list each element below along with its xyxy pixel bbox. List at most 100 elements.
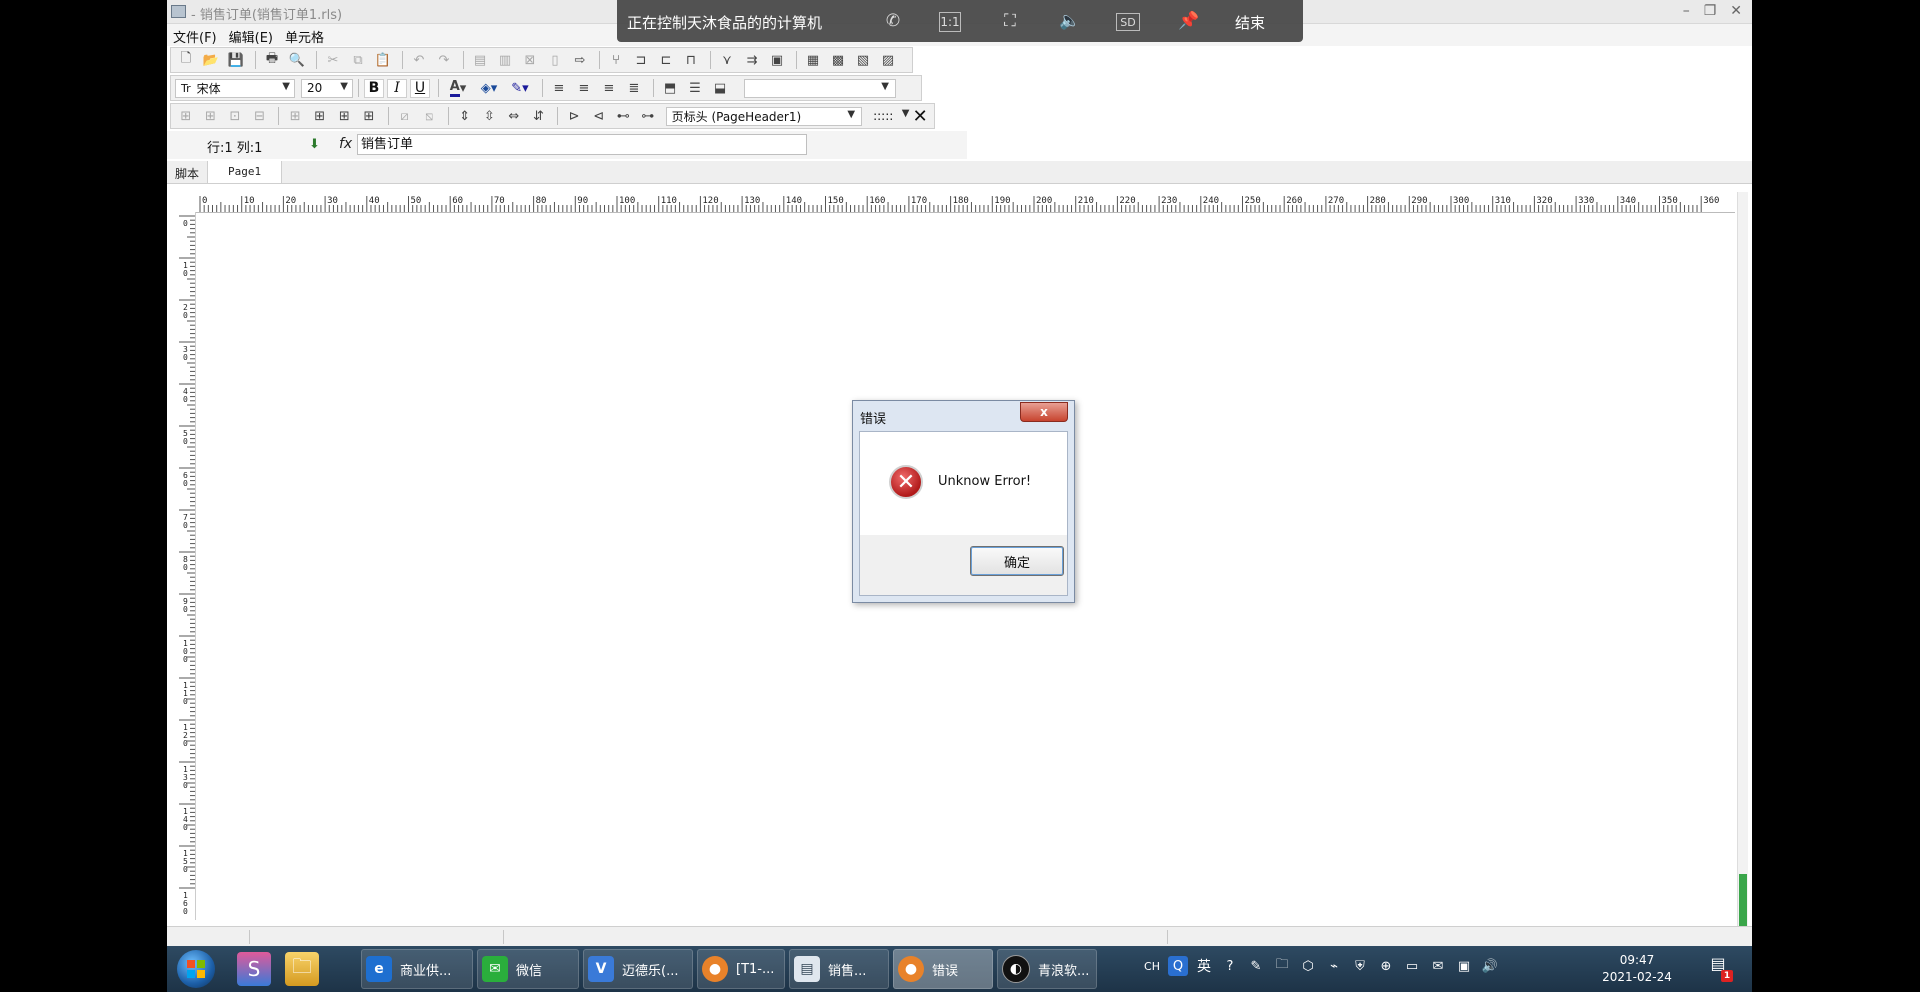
task-item-5[interactable]: ▤ 销售... [789,949,889,989]
task-item-1[interactable]: e 商业供... [361,949,473,989]
line-color-icon[interactable]: ✎▾ [506,78,534,98]
help-icon[interactable]: ? [1220,956,1240,976]
monitor-icon[interactable]: ▭ [1402,956,1422,976]
border-none-icon[interactable]: ⊟ [249,106,271,126]
end-button[interactable]: 结束 [1235,12,1265,33]
border-all-icon[interactable]: ⊞ [175,106,197,126]
fill-color-icon[interactable]: ◈▾ [475,78,503,98]
band-summary-icon[interactable]: ▨ [877,50,899,70]
notification-icon[interactable]: ▤ 1 [1707,954,1733,982]
cut-icon[interactable]: ✂ [322,50,344,70]
align-center-icon[interactable]: ≡ [573,78,595,98]
start-button[interactable] [177,950,215,988]
new-file-icon[interactable]: 🗋 [175,50,197,70]
task-item-3[interactable]: V 迈德乐(... [583,949,693,989]
undo-icon[interactable]: ↶ [408,50,430,70]
confirm-icon[interactable]: ⬇ [309,137,320,152]
col-width-icon[interactable]: ⇔ [503,106,525,126]
band-props-icon[interactable]: ⊷ [612,106,634,126]
chart-icon[interactable]: ▣ [766,50,788,70]
font-color-icon[interactable]: A ▾ [444,78,472,98]
ime-indicator[interactable]: CH [1142,956,1162,976]
band-select[interactable]: 页标头 (PageHeader1) ▼ [665,106,863,126]
folder-icon[interactable]: 🗀 [1272,956,1292,976]
grid-a-icon[interactable]: ⊞ [284,106,306,126]
valign-top-icon[interactable]: ⬒ [659,78,681,98]
cross-diagonal-icon[interactable]: ⧅ [418,106,440,126]
close-icon[interactable]: ✕ [1730,3,1742,19]
font-size-select[interactable]: 20 ▼ [301,78,353,98]
task-item-2[interactable]: ✉ 微信 [477,949,579,989]
delete-icon[interactable]: ⊠ [519,50,541,70]
merge-icon[interactable]: ⊐ [630,50,652,70]
qq-icon[interactable]: Q [1168,956,1188,976]
print-icon[interactable]: 🖶 [261,50,283,70]
phone-icon[interactable]: ✆ [880,8,906,34]
insert-row-icon[interactable]: ▤ [469,50,491,70]
align-right-icon[interactable]: ≡ [598,78,620,98]
usb-icon[interactable]: ⌁ [1324,956,1344,976]
vertical-scrollbar[interactable] [1737,192,1748,932]
app-tray-icon[interactable]: ▣ [1454,956,1474,976]
diagonal-icon[interactable]: ⧄ [394,106,416,126]
export-icon[interactable]: ⇨ [569,50,591,70]
open-folder-icon[interactable]: 📂 [200,50,222,70]
tab-script[interactable]: 脚本 [167,161,207,183]
band-header-icon[interactable]: ▦ [802,50,824,70]
band-footer-icon[interactable]: ▧ [852,50,874,70]
menu-file[interactable]: 文件(F) [167,24,223,46]
security-icon[interactable]: ⛨ [1350,956,1370,976]
task-item-6[interactable]: ● 错误 [893,949,993,989]
cancel-x-icon[interactable]: ✕ [909,106,931,127]
font-name-select[interactable]: Tr 宋体 ▼ [175,78,295,98]
network-icon[interactable]: ⬡ [1298,956,1318,976]
bold-button[interactable]: B [364,78,384,98]
align-justify-icon[interactable]: ≣ [623,78,645,98]
update-icon[interactable]: ⊕ [1376,956,1396,976]
row-height-icon[interactable]: ⇕ [454,106,476,126]
col-equal-icon[interactable]: ⇵ [528,106,550,126]
grid-c-icon[interactable]: ⊞ [334,106,356,126]
pen-icon[interactable]: ✎ [1246,956,1266,976]
ratio-button[interactable]: 1:1 [939,12,961,32]
align-left-icon[interactable]: ≡ [548,78,570,98]
menu-edit[interactable]: 编辑(E) [223,24,279,46]
dialog-close-button[interactable]: x [1020,402,1068,422]
italic-button[interactable]: I [387,78,407,98]
field-icon[interactable]: ⊓ [680,50,702,70]
quicklaunch-app-icon[interactable]: S [237,952,271,986]
ok-button[interactable]: 确定 [970,546,1064,576]
formula-input[interactable]: 销售订单 [357,134,807,155]
tree-icon[interactable]: ⊏ [655,50,677,70]
valign-middle-icon[interactable]: ☰ [684,78,706,98]
split-icon[interactable]: ⑂ [605,50,627,70]
language-indicator[interactable]: 英 [1194,956,1214,976]
tab-page1[interactable]: Page1 [207,161,283,183]
band-insert-icon[interactable]: ⊳ [563,106,585,126]
task-item-4[interactable]: ● [T1-... [697,949,785,989]
valign-bottom-icon[interactable]: ⬓ [709,78,731,98]
sort-icon[interactable]: ⇉ [741,50,763,70]
insert-col-icon[interactable]: ▥ [494,50,516,70]
band-detail-icon[interactable]: ▩ [827,50,849,70]
task-item-7[interactable]: ◐ 青浪软... [997,949,1097,989]
border-outer-icon[interactable]: ⊡ [224,106,246,126]
menu-cell[interactable]: 单元格 [279,24,330,46]
save-icon[interactable]: 💾 [225,50,247,70]
quality-button[interactable]: SD [1116,13,1140,31]
minimize-icon[interactable]: – [1683,3,1690,19]
redo-icon[interactable]: ↷ [433,50,455,70]
line-style-select[interactable]: ::::: ▼ [868,107,909,126]
pin-icon[interactable]: 📌 [1176,8,1202,34]
grid-d-icon[interactable]: ⊞ [358,106,380,126]
explorer-icon[interactable]: 🗀 [285,952,319,986]
band-link-icon[interactable]: ⊶ [637,106,659,126]
grid-b-icon[interactable]: ⊞ [309,106,331,126]
scroll-thumb[interactable] [1739,874,1747,932]
underline-button[interactable]: U [410,78,430,98]
speaker-icon[interactable]: 🔈 [1057,8,1083,34]
function-icon[interactable]: fx [339,136,352,152]
copy-icon[interactable]: ⧉ [347,50,369,70]
style-select[interactable]: ▼ [744,78,896,98]
blank-page-icon[interactable]: ▯ [544,50,566,70]
